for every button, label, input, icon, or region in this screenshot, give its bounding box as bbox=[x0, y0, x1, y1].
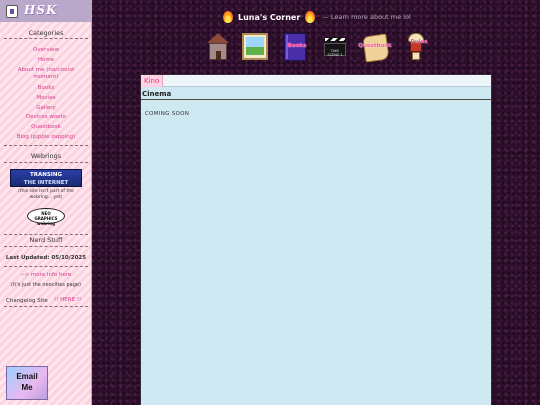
divider bbox=[4, 145, 88, 146]
divider bbox=[4, 38, 88, 39]
movies-clapperboard-icon[interactable]: TAKE SCENE 1 bbox=[324, 33, 348, 61]
more-info-link[interactable]: --> more info here bbox=[4, 272, 88, 279]
divider bbox=[4, 162, 88, 163]
sidebar-item-overview[interactable]: Overview bbox=[4, 47, 88, 54]
sidebar-item-gallery[interactable]: Gallery bbox=[4, 105, 88, 112]
changelog-link[interactable]: !! HERE !! bbox=[54, 297, 81, 304]
email-line-2: Me bbox=[21, 383, 33, 392]
fire-icon bbox=[304, 11, 316, 23]
sidebar-item-blog[interactable]: Blog (pipple zapping) bbox=[4, 134, 88, 141]
rules-label: Rules bbox=[410, 39, 428, 45]
fire-icon bbox=[222, 11, 234, 23]
gallery-picture-icon[interactable] bbox=[242, 33, 270, 61]
questbook-scroll-icon[interactable]: Questbook bbox=[358, 33, 392, 63]
sidebar-item-movies[interactable]: Movies bbox=[4, 95, 88, 102]
questbook-label: Questbook bbox=[358, 43, 392, 49]
tab-bar: Kino bbox=[141, 75, 491, 87]
more-info-note: (it's just the neocities page) bbox=[11, 282, 81, 288]
divider bbox=[4, 246, 88, 247]
rules-cup-icon[interactable]: Rules bbox=[406, 33, 428, 61]
email-line-1: Email bbox=[16, 372, 38, 381]
site-tagline[interactable]: — Learn more about me lol bbox=[322, 13, 411, 21]
banner-line-2: THE INTERNET bbox=[23, 180, 69, 186]
divider bbox=[4, 266, 88, 267]
site-header: Luna's Corner — Learn more about me lol bbox=[222, 10, 411, 24]
badge-line-3: webring bbox=[36, 221, 56, 226]
sidebar-item-home[interactable]: Home bbox=[4, 57, 88, 64]
logo-strip: HSK bbox=[0, 0, 91, 22]
transing-webring-banner[interactable]: TRANSING THE INTERNET bbox=[10, 169, 82, 187]
site-logo[interactable]: HSK bbox=[24, 3, 57, 17]
divider bbox=[4, 306, 88, 307]
clapper-text: TAKE SCENE 1 bbox=[327, 49, 343, 57]
tab-kino[interactable]: Kino bbox=[141, 75, 164, 87]
coming-soon-text: COMING SOON bbox=[145, 111, 190, 117]
sidebar-item-devices[interactable]: Devices woeto bbox=[4, 114, 88, 121]
webring-note: (this site isn't part of the webring... … bbox=[18, 189, 74, 200]
changelog-label: Changelog Site bbox=[6, 298, 48, 304]
home-house-icon[interactable] bbox=[205, 33, 231, 61]
sidebar-item-about[interactable]: About me (narcissist moment) bbox=[4, 67, 88, 81]
sidebar-item-books[interactable]: Books bbox=[4, 85, 88, 92]
sidebar: HSK Categories Overview Home About me (n… bbox=[0, 0, 92, 405]
banner-line-1: TRANSING bbox=[30, 172, 62, 178]
email-me-button[interactable]: Email Me bbox=[6, 366, 48, 400]
trash-icon[interactable] bbox=[6, 5, 18, 18]
last-updated: Last Updated: 05/10/2025 bbox=[5, 255, 87, 261]
site-name: Luna's Corner bbox=[238, 12, 301, 22]
content-panel: Kino Cinema COMING SOON bbox=[140, 74, 492, 405]
books-book-icon[interactable]: Books bbox=[284, 33, 306, 61]
categories-title: Categories bbox=[28, 29, 64, 37]
nerd-stuff-title: Nerd Stuff bbox=[29, 236, 63, 244]
books-label: Books bbox=[287, 43, 307, 49]
divider bbox=[4, 234, 88, 235]
webrings-title: Webrings bbox=[30, 152, 62, 160]
section-title: Cinema bbox=[141, 88, 491, 100]
sidebar-item-questbook[interactable]: Questbook bbox=[4, 124, 88, 131]
neocities-webring-badge[interactable]: NEO GRAPHICS webring bbox=[27, 208, 65, 226]
